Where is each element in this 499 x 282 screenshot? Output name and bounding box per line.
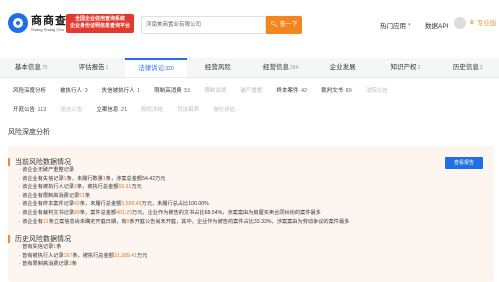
promo-line-1: 全国企业信用查询系统 bbox=[74, 16, 125, 22]
risk-line-text: · 该企业有终本案件记录 bbox=[19, 201, 75, 208]
risk-line-text: · 该企业有失信记录 bbox=[19, 175, 64, 182]
filter-court-notice: 法院公告 bbox=[365, 88, 388, 94]
view-report-button[interactable]: 查看报告 bbox=[445, 157, 483, 169]
tab-basic-info[interactable]: 基本信息75 bbox=[0, 58, 62, 77]
current-risk-heading: 当前风险数据情况 bbox=[15, 159, 71, 166]
risk-line-text: · 该企业有被执行人记录 bbox=[19, 184, 75, 191]
crown-icon: ♛ bbox=[469, 19, 475, 26]
logo-subtitle: Shang Shang Cha bbox=[31, 26, 64, 32]
filter-service-notice: 送达公告 bbox=[60, 107, 83, 113]
filter-bankruptcy: 破产重整 bbox=[240, 88, 263, 94]
filter-price-inquiry: 询价评估 bbox=[213, 107, 236, 113]
filter-terminated-cases[interactable]: 终本案件 42 bbox=[271, 85, 312, 98]
risk-line-text: 条 bbox=[71, 261, 77, 268]
tab-business-info[interactable]: 经营信息264 bbox=[250, 58, 312, 77]
filter-risk-analysis[interactable]: 风险深度分析 bbox=[8, 85, 51, 98]
risk-line-text: · 该企业无破产重整记录 bbox=[19, 167, 75, 173]
vip-button[interactable]: ♛ 专业版 bbox=[469, 17, 496, 27]
search-icon: 🔍︎ bbox=[270, 22, 278, 28]
logo-icon bbox=[8, 13, 28, 33]
risk-line: · 曾有被执行人记录167条，被执行总金额31,289.41万元 bbox=[19, 253, 147, 260]
filter-judicial-auction: 司法拍卖 bbox=[177, 107, 200, 113]
risk-line-text: 万元，企业作为被告的文书占比68.54%，涉案案由为房屋买卖合同纠纷的案件最多 bbox=[132, 210, 321, 216]
search-input[interactable]: 河南美商置业有限公司 bbox=[141, 16, 266, 34]
risk-line-text: 条，被执行总金额 bbox=[72, 252, 114, 259]
data-api-link[interactable]: 数据API bbox=[425, 20, 448, 30]
tab-intellectual-property[interactable]: 知识产权3 bbox=[374, 58, 436, 77]
risk-line-text: 条，被执行总金额 bbox=[76, 184, 119, 191]
risk-line-text: 万元 bbox=[136, 252, 148, 259]
risk-line-text: 条，未履行总金额 bbox=[79, 201, 122, 208]
risk-line-text: 条开庭公告尚未开庭，其中，企业作为被告的案件占比33.33%，涉案案由为劳动争议… bbox=[129, 218, 350, 225]
top-header: 商商查 Shang Shang Cha 全国企业信用查询系统 企业身份证明信息查… bbox=[0, 0, 499, 50]
avatar[interactable] bbox=[454, 17, 466, 29]
tab-history[interactable]: 历史信息2 bbox=[437, 58, 499, 77]
tab-development[interactable]: 企业发展 bbox=[312, 58, 374, 77]
tab-business-risk[interactable]: 经营风险 bbox=[187, 58, 249, 77]
risk-line: · 该企业无破产重整记录 bbox=[19, 167, 74, 174]
filter-case-filing[interactable]: 立案信息 21 bbox=[91, 104, 132, 117]
filter-equity-freeze: 股权冻结 bbox=[141, 107, 164, 113]
filter-executed-person[interactable]: 被执行人 3 bbox=[55, 85, 93, 98]
risk-line: · 曾有限制高消费记录3条 bbox=[19, 261, 77, 268]
hot-apps-menu[interactable]: 热门应用 ▾ bbox=[380, 20, 411, 30]
risk-line: · 曾有失信记录1条 bbox=[19, 244, 61, 251]
risk-line-text: · 曾有限制高消费记录 bbox=[19, 261, 69, 268]
filter-row-2: 开庭公告 113 送达公告 立案信息 21 股权冻结 司法拍卖 询价评估 bbox=[8, 104, 244, 117]
risk-analysis-panel: 当前风险数据情况 查看报告 · 该企业无破产重整记录 · 该企业有失信记录1条，未… bbox=[8, 146, 494, 282]
risk-line-text: 条立案信息尚未确定开庭日期，有 bbox=[48, 218, 127, 225]
current-heading-marker bbox=[8, 158, 10, 166]
risk-line-text: · 该企业有裁判文书记录 bbox=[19, 210, 75, 216]
logo-title: 商商查 bbox=[31, 14, 67, 27]
history-heading-marker bbox=[8, 235, 10, 243]
vip-label: 专业版 bbox=[476, 20, 497, 27]
filter-high-consumption-limit[interactable]: 限制高消费 51 bbox=[149, 85, 195, 98]
tab-assessment-report[interactable]: 评估报告1 bbox=[62, 58, 124, 77]
risk-line-value: 5,599.49 bbox=[121, 201, 142, 208]
risk-line: · 该企业有21条立案信息尚未确定开庭日期，有9条开庭公告尚未开庭，其中，企业作… bbox=[19, 219, 349, 226]
risk-line-text: 条，未履行数量 bbox=[66, 175, 103, 182]
risk-line-text: · 曾有失信记录 bbox=[19, 244, 54, 250]
risk-line-value: 31,289.41 bbox=[113, 252, 137, 259]
risk-line-text: · 该企业有 bbox=[19, 218, 43, 225]
filter-dishonest-executed[interactable]: 失信被执行人 1 bbox=[97, 85, 146, 98]
site-logo[interactable]: 商商查 Shang Shang Cha bbox=[8, 13, 67, 33]
risk-line: · 该企业有被执行人记录3条，被执行总金额55.31万元 bbox=[19, 184, 142, 191]
filter-row-1: 风险深度分析 被执行人 3 失信被执行人 1 限制高消费 51 限制出境 破产重… bbox=[8, 85, 397, 98]
risk-line: · 该企业有裁判文书记录89条，案件总金额401.23万元，企业作为被告的文书占… bbox=[19, 210, 321, 217]
risk-line-text: 条，案件总金额 bbox=[79, 210, 117, 216]
search-button[interactable]: 🔍︎ 查一下 bbox=[266, 16, 302, 34]
risk-line: · 该企业有限制高消费记录51条 bbox=[19, 193, 90, 200]
section-title: 风险深度分析 bbox=[8, 129, 50, 136]
risk-line-value: 55.31 bbox=[118, 184, 132, 191]
filter-exit-restriction: 限制出境 bbox=[204, 88, 227, 94]
risk-line: · 该企业有终本案件记录42条，未履行总金额5,599.49万元，未履行总占比1… bbox=[19, 201, 209, 208]
risk-line-text: 条 bbox=[85, 192, 91, 199]
risk-line-text: · 该企业有限制高消费记录 bbox=[19, 192, 80, 199]
risk-line-text: 万元，未履行总占比100.00% bbox=[141, 201, 209, 208]
main-tabs: 基本信息75 评估报告1 法律诉讼320 经营风险 经营信息264 企业发展 知… bbox=[0, 58, 499, 78]
chevron-down-icon: ▾ bbox=[408, 22, 411, 28]
risk-line-text: 万元 bbox=[131, 184, 142, 191]
promo-line-2: 企业身份证明信息查询平台 bbox=[69, 23, 130, 29]
tab-legal-litigation[interactable]: 法律诉讼320 bbox=[124, 58, 188, 77]
filter-judgment-docs[interactable]: 裁判文书 89 bbox=[316, 85, 357, 98]
history-risk-heading: 历史风险数据情况 bbox=[15, 236, 71, 243]
risk-line-value: 401.23 bbox=[116, 210, 133, 216]
risk-line: · 该企业有失信记录1条，未履行数量1条，涉案总金额54.42万元 bbox=[19, 176, 165, 183]
risk-line-text: · 曾有被执行人记录 bbox=[19, 252, 64, 259]
risk-line-text: 条，涉案总金额54.42万元 bbox=[105, 175, 166, 182]
filter-hearing-notice[interactable]: 开庭公告 113 bbox=[8, 104, 51, 117]
search-button-label: 查一下 bbox=[279, 22, 298, 28]
hot-apps-label: 热门应用 bbox=[380, 23, 406, 30]
promo-banner[interactable]: 全国企业信用查询系统 企业身份证明信息查询平台 bbox=[66, 14, 134, 33]
risk-line-text: 条 bbox=[56, 244, 62, 250]
